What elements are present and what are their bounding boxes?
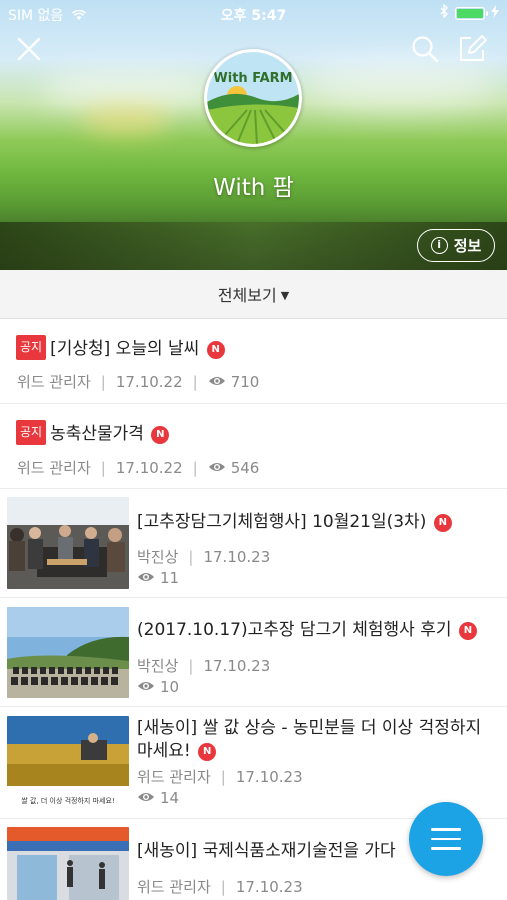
image-post[interactable]: [고추장담그기체험행사] 10월21일(3차) N 박진상 | 17.10.23… — [0, 489, 507, 598]
new-badge: N — [433, 514, 452, 532]
meta-divider: | — [192, 372, 198, 391]
post-views: 11 — [137, 569, 179, 587]
header-background-cloud — [40, 70, 220, 110]
meta-divider: | — [220, 767, 226, 786]
filter-dropdown[interactable]: 전체보기 ▼ — [0, 270, 507, 319]
post-author: 박진상 — [137, 657, 179, 675]
post-author: 위드 관리자 — [17, 459, 91, 477]
eye-icon — [137, 569, 155, 587]
write-icon[interactable] — [455, 32, 489, 66]
logo-text: With FARM — [213, 71, 292, 86]
views-count: 546 — [230, 458, 260, 477]
post-title-row: 공지 [기상청] 오늘의 날씨 N — [16, 335, 225, 361]
bluetooth-icon — [440, 3, 449, 22]
post-author: 위드 관리자 — [17, 373, 91, 391]
notice-badge: 공지 — [16, 335, 47, 360]
new-badge: N — [198, 743, 217, 761]
eye-icon — [208, 459, 226, 477]
post-meta: 위드 관리자 | 17.10.23 — [137, 876, 303, 897]
post-date: 17.10.22 — [115, 372, 183, 391]
post-meta: 위드 관리자 | 17.10.23 — [137, 766, 303, 787]
post-views: 546 — [208, 458, 260, 477]
status-bar: SIM 없음 오후 5:47 — [0, 0, 507, 26]
info-button-label: 정보 — [453, 237, 482, 255]
post-meta: 위드 관리자 | 17.10.22 | 710 — [17, 371, 259, 392]
search-icon[interactable] — [408, 32, 442, 66]
eye-icon — [137, 789, 155, 807]
info-button[interactable]: i 정보 — [417, 229, 495, 262]
meta-divider: | — [188, 547, 194, 566]
post-title: (2017.10.17)고추장 담그기 체험행사 후기 — [137, 620, 452, 640]
post-meta: 박진상 | 17.10.23 — [137, 655, 270, 676]
close-icon[interactable] — [12, 32, 46, 66]
meta-divider: | — [220, 877, 226, 896]
header-background-sun — [80, 105, 170, 135]
post-title-row: 공지 농축산물가격 N — [16, 420, 170, 446]
post-thumbnail: 쌀 값, 더 이상 걱정하지 마세요! — [7, 716, 129, 808]
info-circle-icon: i — [430, 237, 448, 254]
club-name: With 팜 — [213, 175, 294, 201]
post-thumbnail — [7, 827, 129, 900]
post-title: [고추장담그기체험행사] 10월21일(3차) — [137, 512, 427, 532]
post-date: 17.10.23 — [235, 767, 303, 786]
header-background-cloud — [300, 60, 500, 110]
new-badge: N — [151, 426, 170, 444]
meta-divider: | — [100, 372, 106, 391]
post-title: 농축산물가격 — [50, 424, 144, 444]
views-count: 11 — [160, 569, 180, 587]
status-icons — [440, 3, 499, 22]
post-author: 위드 관리자 — [137, 878, 211, 896]
post-thumbnail — [7, 497, 129, 589]
post-views: 10 — [137, 678, 179, 696]
thumbnail-caption: 쌀 값, 더 이상 걱정하지 마세요! — [21, 796, 114, 805]
post-title: [새농이] 쌀 값 상승 - 농민분들 더 이상 걱정하지 마세요! — [137, 718, 482, 761]
new-badge: N — [458, 622, 477, 640]
image-post[interactable]: (2017.10.17)고추장 담그기 체험행사 후기 N 박진상 | 17.1… — [0, 598, 507, 707]
eye-icon — [137, 678, 155, 696]
club-header: SIM 없음 오후 5:47 With FARM With 팜 i 정보 — [0, 0, 507, 270]
post-views: 710 — [208, 372, 260, 391]
battery-icon — [455, 6, 488, 20]
eye-icon — [208, 373, 226, 391]
image-post[interactable]: 쌀 값, 더 이상 걱정하지 마세요! [새농이] 쌀 값 상승 - 농민분들 … — [0, 707, 507, 819]
caret-down-icon: ▼ — [280, 288, 290, 302]
notice-post[interactable]: 공지 농축산물가격 N 위드 관리자 | 17.10.22 | 546 — [0, 404, 507, 489]
post-title-row: (2017.10.17)고추장 담그기 체험행사 후기 N — [137, 619, 502, 642]
post-title-row: [고추장담그기체험행사] 10월21일(3차) N — [137, 511, 502, 534]
post-title: [새농이] 국제식품소재기술전을 가다 — [137, 841, 396, 861]
post-date: 17.10.23 — [235, 877, 303, 896]
charging-icon — [491, 4, 499, 22]
views-count: 710 — [230, 372, 260, 391]
post-date: 17.10.23 — [203, 547, 271, 566]
meta-divider: | — [100, 458, 106, 477]
filter-label: 전체보기 — [217, 286, 277, 305]
notice-badge: 공지 — [16, 420, 47, 445]
meta-divider: | — [192, 458, 198, 477]
post-date: 17.10.22 — [115, 458, 183, 477]
post-author: 박진상 — [137, 548, 179, 566]
views-count: 10 — [160, 678, 180, 696]
new-badge: N — [206, 341, 225, 359]
club-logo: With FARM — [204, 49, 302, 147]
post-meta: 박진상 | 17.10.23 — [137, 546, 270, 567]
post-date: 17.10.23 — [203, 656, 271, 675]
meta-divider: | — [188, 656, 194, 675]
post-author: 위드 관리자 — [137, 768, 211, 786]
post-title-row: [새농이] 쌀 값 상승 - 농민분들 더 이상 걱정하지 마세요! N — [137, 717, 499, 763]
post-title: [기상청] 오늘의 날씨 — [50, 339, 200, 359]
notice-post[interactable]: 공지 [기상청] 오늘의 날씨 N 위드 관리자 | 17.10.22 | 710 — [0, 319, 507, 404]
post-thumbnail — [7, 607, 129, 698]
hamburger-icon — [431, 828, 461, 831]
views-count: 14 — [160, 789, 180, 807]
post-meta: 위드 관리자 | 17.10.22 | 546 — [17, 457, 259, 478]
status-time: 오후 5:47 — [220, 8, 287, 24]
menu-fab-button[interactable] — [409, 802, 483, 876]
post-views: 14 — [137, 789, 179, 807]
